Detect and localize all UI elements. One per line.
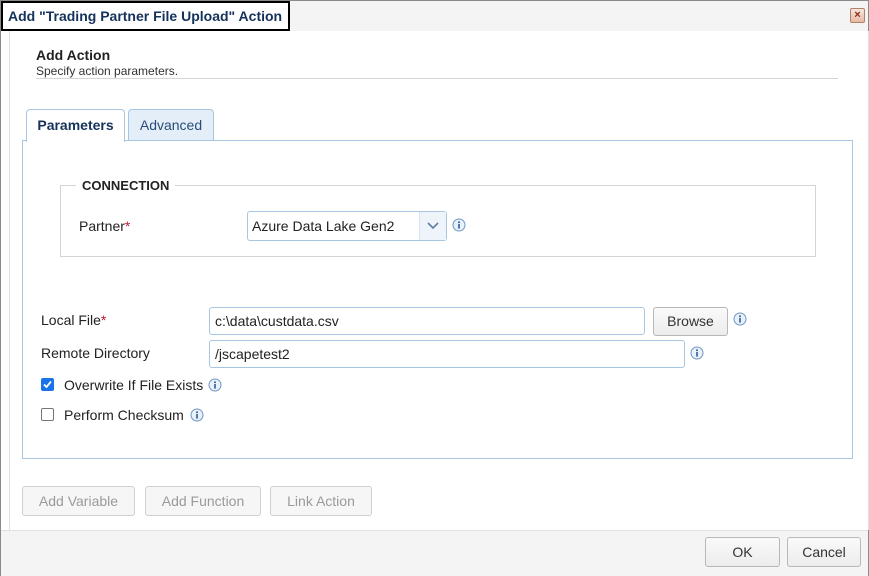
header-divider xyxy=(36,78,838,79)
title-bar: Add "Trading Partner File Upload" Action… xyxy=(1,1,868,31)
add-variable-button[interactable]: Add Variable xyxy=(22,486,135,516)
info-icon[interactable] xyxy=(690,346,704,360)
parameters-panel: CONNECTION Partner* Azure Data Lake Gen2… xyxy=(22,140,853,459)
info-icon[interactable] xyxy=(452,218,466,232)
chevron-down-icon[interactable] xyxy=(419,212,446,240)
dialog-footer: OK Cancel xyxy=(1,530,868,576)
close-icon[interactable]: × xyxy=(850,8,865,23)
remote-directory-label: Remote Directory xyxy=(41,345,150,361)
required-asterisk: * xyxy=(124,218,131,234)
page-subtitle: Specify action parameters. xyxy=(36,64,179,78)
link-action-button[interactable]: Link Action xyxy=(270,486,372,516)
remote-directory-input[interactable]: /jscapetest2 xyxy=(209,340,685,368)
local-file-label: Local File* xyxy=(41,312,106,328)
cancel-button[interactable]: Cancel xyxy=(787,537,861,567)
add-function-button[interactable]: Add Function xyxy=(145,486,261,516)
checksum-label[interactable]: Perform Checksum xyxy=(64,407,184,423)
local-file-label-text: Local File xyxy=(41,312,101,328)
connection-legend: CONNECTION xyxy=(76,178,176,193)
info-icon[interactable] xyxy=(208,378,222,392)
dialog-content: Add Action Specify action parameters. Pa… xyxy=(9,31,869,530)
checksum-checkbox[interactable] xyxy=(41,408,54,421)
checkmark-icon xyxy=(43,380,52,389)
partner-label-text: Partner xyxy=(79,218,125,234)
overwrite-checkbox[interactable] xyxy=(41,378,54,391)
tab-parameters[interactable]: Parameters xyxy=(26,109,125,142)
info-icon[interactable] xyxy=(190,408,204,422)
browse-button[interactable]: Browse xyxy=(653,307,728,336)
partner-select-value: Azure Data Lake Gen2 xyxy=(252,218,395,234)
dialog: Add "Trading Partner File Upload" Action… xyxy=(0,0,869,576)
required-asterisk: * xyxy=(100,312,107,328)
partner-label: Partner* xyxy=(79,218,130,234)
window-title: Add "Trading Partner File Upload" Action xyxy=(1,1,291,31)
page-title: Add Action xyxy=(36,47,111,63)
connection-fieldset: CONNECTION Partner* Azure Data Lake Gen2 xyxy=(60,178,816,257)
ok-button[interactable]: OK xyxy=(705,537,780,567)
tab-advanced[interactable]: Advanced xyxy=(128,109,214,140)
partner-select[interactable]: Azure Data Lake Gen2 xyxy=(247,211,447,241)
local-file-input[interactable]: c:\data\custdata.csv xyxy=(209,307,645,335)
info-icon[interactable] xyxy=(733,312,747,326)
overwrite-label[interactable]: Overwrite If File Exists xyxy=(64,377,203,393)
